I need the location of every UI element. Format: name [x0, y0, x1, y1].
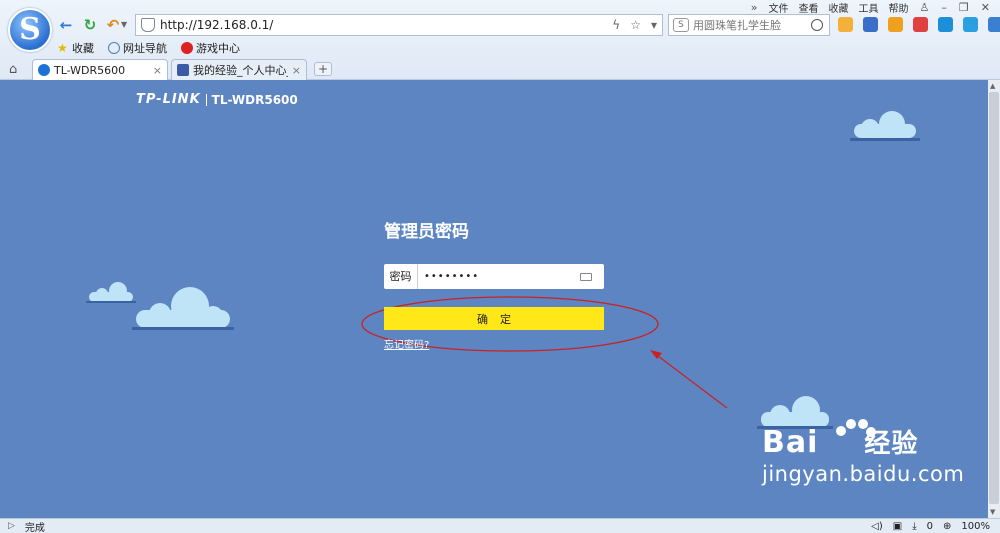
- tplink-favicon-icon: [38, 64, 50, 76]
- scroll-thumb[interactable]: [989, 92, 999, 504]
- password-input[interactable]: [418, 265, 580, 288]
- address-url[interactable]: http://192.168.0.1/: [160, 18, 607, 32]
- status-bar: ▷ 完成 ◁) ▣ ⤓ 0 ⊕ 100%: [0, 518, 1000, 533]
- download-icon[interactable]: [988, 17, 1000, 32]
- tab-router[interactable]: TL-WDR5600 ×: [32, 59, 168, 80]
- favorite-item[interactable]: 游戏中心: [181, 40, 240, 56]
- router-login-page: TP-LINK TL-WDR5600 管理员密码 密码 •••••••• 确定 …: [0, 80, 988, 518]
- tab-baidu-jingyan[interactable]: 我的经验_个人中心_百度 ×: [171, 59, 307, 80]
- browser-chrome: » 文件 查看 收藏 工具 帮助 ♙ – ❐ ✕ ← ↻ ↶ ▼ http://…: [0, 0, 1000, 80]
- bookmark-star-icon[interactable]: ☆: [630, 18, 641, 32]
- zoom-icon[interactable]: ⊕: [943, 521, 951, 532]
- forgot-password-link[interactable]: 忘记密码?: [384, 336, 429, 351]
- globe-icon: [108, 42, 120, 54]
- favorite-label: 收藏: [72, 42, 94, 55]
- zoom-level[interactable]: 100%: [961, 521, 990, 532]
- cloud-shadow: [86, 301, 136, 303]
- new-tab-button[interactable]: +: [314, 62, 332, 76]
- baidu-favicon-icon: [177, 64, 189, 76]
- tab-label: 我的经验_个人中心_百度: [193, 64, 288, 77]
- back-icon[interactable]: ←: [57, 16, 75, 34]
- annotation-arrow: [653, 352, 728, 409]
- tab-close-icon[interactable]: ×: [153, 64, 162, 77]
- baidu-paw-icon: [832, 418, 876, 460]
- translate-icon[interactable]: [913, 17, 928, 32]
- plugin-icon[interactable]: [838, 17, 853, 32]
- speaker-icon[interactable]: ◁): [871, 521, 883, 532]
- star-icon: ★: [57, 41, 68, 55]
- top-menu: » 文件 查看 收藏 工具 帮助 ♙ – ❐ ✕: [745, 0, 996, 15]
- scroll-down-icon[interactable]: ▼: [990, 508, 995, 516]
- favorite-item[interactable]: 网址导航: [108, 40, 167, 56]
- toolbar-icons: [838, 17, 1000, 32]
- undo-icon[interactable]: ↶: [104, 16, 122, 34]
- lightning-icon[interactable]: ϟ: [612, 18, 620, 32]
- qq-icon[interactable]: [938, 17, 953, 32]
- search-engine-icon[interactable]: S: [673, 18, 689, 32]
- watermark-url: jingyan.baidu.com: [762, 462, 965, 486]
- keyboard-icon[interactable]: [580, 272, 592, 281]
- skin-icon[interactable]: ♙: [920, 1, 930, 14]
- more-icon[interactable]: »: [751, 1, 758, 14]
- password-field[interactable]: 密码: [384, 264, 604, 289]
- cloud-left-large-icon: [136, 287, 230, 328]
- restore-icon[interactable]: ❐: [959, 1, 969, 14]
- key-icon[interactable]: [888, 17, 903, 32]
- search-box[interactable]: S: [668, 14, 830, 36]
- page-title: 管理员密码: [384, 222, 469, 242]
- status-right: ◁) ▣ ⤓ 0 ⊕ 100%: [871, 521, 1000, 532]
- search-icon[interactable]: [811, 19, 823, 31]
- screenshot-icon[interactable]: ▣: [893, 521, 902, 532]
- refresh-icon[interactable]: ↻: [81, 16, 99, 34]
- sidebar-toggle-icon[interactable]: ▷: [8, 521, 15, 531]
- vertical-scrollbar[interactable]: ▲ ▼: [988, 80, 1000, 518]
- menu-view[interactable]: 查看: [799, 0, 819, 15]
- status-text: 完成: [24, 522, 45, 533]
- address-bar[interactable]: http://192.168.0.1/ ϟ ☆ ▾: [135, 14, 663, 36]
- favorite-item[interactable]: ★ 收藏: [57, 40, 94, 56]
- cloud-left-small-icon: [89, 282, 133, 302]
- game-icon: [181, 42, 193, 54]
- menu-help[interactable]: 帮助: [889, 0, 909, 15]
- e-icon[interactable]: [963, 17, 978, 32]
- menu-tools[interactable]: 工具: [859, 0, 879, 15]
- favorite-label: 网址导航: [123, 42, 167, 55]
- search-input[interactable]: [693, 18, 811, 32]
- baidu-jingyan-watermark: Bai 经验 jingyan.baidu.com: [762, 419, 965, 486]
- scroll-up-icon[interactable]: ▲: [990, 82, 995, 90]
- menu-favorites[interactable]: 收藏: [829, 0, 849, 15]
- tab-close-icon[interactable]: ×: [292, 64, 301, 77]
- close-icon[interactable]: ✕: [981, 1, 990, 14]
- browser-logo[interactable]: [8, 8, 52, 52]
- cloud-shadow: [850, 138, 920, 141]
- shield-icon: [141, 18, 155, 32]
- address-dropdown-icon[interactable]: ▾: [651, 18, 657, 32]
- menu-file[interactable]: 文件: [769, 0, 789, 15]
- home-icon[interactable]: ⌂: [9, 62, 17, 77]
- chevron-down-icon[interactable]: ▼: [121, 20, 127, 29]
- password-label: 密码: [384, 264, 418, 289]
- cloud-top-right-icon: [854, 111, 916, 138]
- download-count: 0: [926, 520, 934, 532]
- favorite-label: 游戏中心: [196, 42, 240, 55]
- favorites-bar: ★ 收藏 网址导航 游戏中心: [57, 40, 254, 56]
- minimize-icon[interactable]: –: [941, 1, 947, 14]
- download-count-icon[interactable]: ⤓: [912, 521, 916, 532]
- confirm-button[interactable]: 确定: [384, 307, 604, 330]
- tab-bar: ⌂ TL-WDR5600 × 我的经验_个人中心_百度 × +: [0, 58, 1000, 80]
- cloud-shadow: [132, 327, 234, 330]
- tab-label: TL-WDR5600: [54, 63, 126, 77]
- scissors-icon[interactable]: [863, 17, 878, 32]
- watermark-main: Bai: [762, 425, 819, 460]
